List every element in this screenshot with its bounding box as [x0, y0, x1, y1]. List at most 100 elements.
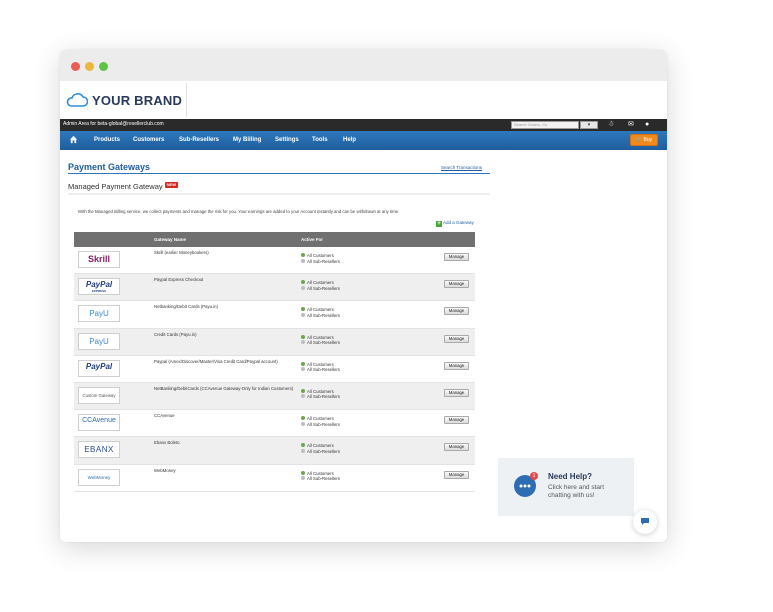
table-row: Skrill Skrill (earlier Moneybookers) All C…	[74, 247, 475, 275]
search-input[interactable]: Search Orders, Cu	[511, 121, 579, 129]
active-for: All Customers All Sub-Resellers	[301, 334, 340, 346]
gateway-logo-text: PayU	[89, 309, 109, 319]
window-titlebar	[60, 50, 667, 81]
maximize-window-button[interactable]	[99, 62, 108, 71]
status-dot-icon	[301, 367, 305, 372]
cloud-logo-icon	[66, 93, 88, 107]
nav-my-billing[interactable]: My Billing	[233, 137, 261, 143]
manage-button[interactable]: Manage	[444, 307, 469, 316]
table-row: PayU Credit Cards (Payu.in) All Customers A…	[74, 328, 475, 356]
nav-sub-resellers[interactable]: Sub-Resellers	[179, 137, 219, 143]
active-for-label: All Sub-Resellers	[307, 367, 340, 373]
active-for-label: All Sub-Resellers	[307, 340, 340, 346]
brand-name[interactable]: YOUR BRAND	[92, 93, 182, 108]
page-title: Payment Gateways	[68, 162, 151, 172]
chat-launcher-button[interactable]	[633, 510, 657, 534]
active-for-label: All Sub-Resellers	[307, 258, 340, 264]
main-navigation: Products Customers Sub-Resellers My Bill…	[60, 131, 667, 150]
gateway-logo-text: WebMoney	[87, 474, 111, 480]
section-title: Managed Payment Gateway NEW	[68, 182, 178, 191]
manage-button[interactable]: Manage	[444, 280, 469, 289]
gateway-logo: EBANX	[78, 441, 120, 459]
status-dot-icon	[301, 470, 305, 475]
active-for-item: All Sub-Resellers	[301, 258, 340, 265]
help-chat-widget[interactable]: 1 Need Help? Click here and start chattin…	[498, 458, 634, 516]
gateway-logo-text: Skrill	[87, 254, 110, 264]
active-for: All Customers All Sub-Resellers	[301, 470, 340, 482]
active-for-item: All Sub-Resellers	[301, 312, 340, 319]
user-menu-icon[interactable]: ☃	[608, 121, 614, 129]
help-line-1: Click here and start	[548, 484, 604, 491]
gateway-name: Paypal (Amex/Discover/Master/Visa Credit…	[154, 358, 278, 364]
gateway-logo-text: PayU	[89, 336, 109, 346]
table-row: EBANX Ebanx Boleto All Customers All Sub-Re…	[74, 437, 475, 465]
search-dropdown-button[interactable]: ▾	[580, 121, 598, 129]
active-for-label: All Sub-Resellers	[307, 312, 340, 318]
add-gateway-link[interactable]: + Add a Gateway	[436, 220, 474, 227]
messages-icon[interactable]: ✉	[628, 121, 634, 129]
status-dot-icon	[301, 334, 305, 339]
close-window-button[interactable]	[71, 62, 80, 71]
active-for: All Customers All Sub-Resellers	[301, 280, 340, 291]
status-dot-icon	[301, 421, 305, 426]
active-for-label: All Sub-Resellers	[307, 421, 340, 427]
active-for: All Customers All Sub-Resellers	[301, 253, 340, 264]
table-header: Gateway Name Active For	[74, 232, 475, 247]
minimize-window-button[interactable]	[85, 62, 94, 71]
gateway-name: Paypal Express Checkout	[154, 277, 204, 283]
status-dot-icon	[301, 361, 305, 366]
manage-button[interactable]: Manage	[444, 388, 469, 397]
active-for-label: All Customers	[307, 470, 334, 476]
nav-settings[interactable]: Settings	[275, 137, 299, 143]
home-icon[interactable]	[69, 135, 78, 144]
active-for-label: All Sub-Resellers	[307, 285, 340, 291]
active-for-label: All Customers	[307, 280, 334, 286]
gateway-name: Netbanking/Debit Cards (Payu.in)	[154, 304, 219, 310]
nav-customers[interactable]: Customers	[133, 137, 164, 143]
search-transactions-link[interactable]: Search Transactions	[441, 165, 482, 170]
gateway-logo-text: Custom Gateway	[82, 392, 116, 398]
help-line-2: chatting with us!	[548, 492, 595, 499]
gateway-name: CCAvenue	[154, 413, 175, 419]
active-for-label: All Customers	[307, 334, 334, 340]
active-for-label: All Sub-Resellers	[307, 448, 340, 454]
active-for-item: All Sub-Resellers	[301, 394, 340, 400]
active-for-label: All Customers	[307, 307, 334, 313]
account-icon[interactable]: ●	[645, 121, 649, 129]
active-for-item: All Sub-Resellers	[301, 367, 340, 373]
gateway-logo: PayPal EXPRESS	[78, 278, 120, 296]
manage-button[interactable]: Manage	[444, 253, 469, 261]
active-for-label: All Customers	[307, 416, 334, 422]
gateway-name: Credit Cards (Payu.in)	[154, 331, 197, 337]
manage-button[interactable]: Manage	[444, 443, 469, 452]
active-for: All Customers All Sub-Resellers	[301, 361, 340, 373]
manage-button[interactable]: Manage	[444, 361, 469, 370]
nav-help[interactable]: Help	[343, 137, 356, 143]
brand-header: YOUR BRAND	[60, 81, 667, 119]
status-dot-icon	[301, 443, 305, 448]
section-divider	[68, 193, 490, 195]
manage-button[interactable]: Manage	[444, 470, 469, 479]
status-dot-icon	[301, 280, 305, 285]
table-row: PayU Netbanking/Debit Cards (Payu.in) All …	[74, 301, 475, 329]
status-dot-icon	[301, 448, 305, 453]
manage-button[interactable]: Manage	[444, 416, 469, 425]
new-badge: NEW	[164, 182, 178, 188]
status-dot-icon	[301, 285, 305, 290]
active-for-item: All Sub-Resellers	[301, 421, 340, 428]
active-for-label: All Sub-Resellers	[307, 476, 340, 481]
table-row: PayPal Paypal (Amex/Discover/Master/Visa …	[74, 355, 475, 383]
admin-bar: Admin Area for beta-global@resellerclub.…	[60, 119, 667, 131]
nav-products[interactable]: Products	[94, 137, 120, 143]
notification-badge: 1	[530, 472, 538, 480]
status-dot-icon	[301, 312, 305, 317]
manage-button[interactable]: Manage	[444, 334, 469, 343]
buy-button[interactable]: 🛒 Buy	[630, 134, 658, 146]
gateway-logo: Skrill	[78, 251, 120, 268]
gateway-name: NetBanking/DebitCards (CCAvenue Gateway-…	[154, 385, 294, 391]
nav-tools[interactable]: Tools	[312, 137, 328, 143]
status-dot-icon	[301, 307, 305, 312]
active-for-item: All Sub-Resellers	[301, 285, 340, 292]
gateway-logo-text: PayPal	[85, 280, 113, 290]
help-subtitle: Click here and start chatting with us!	[548, 484, 604, 500]
